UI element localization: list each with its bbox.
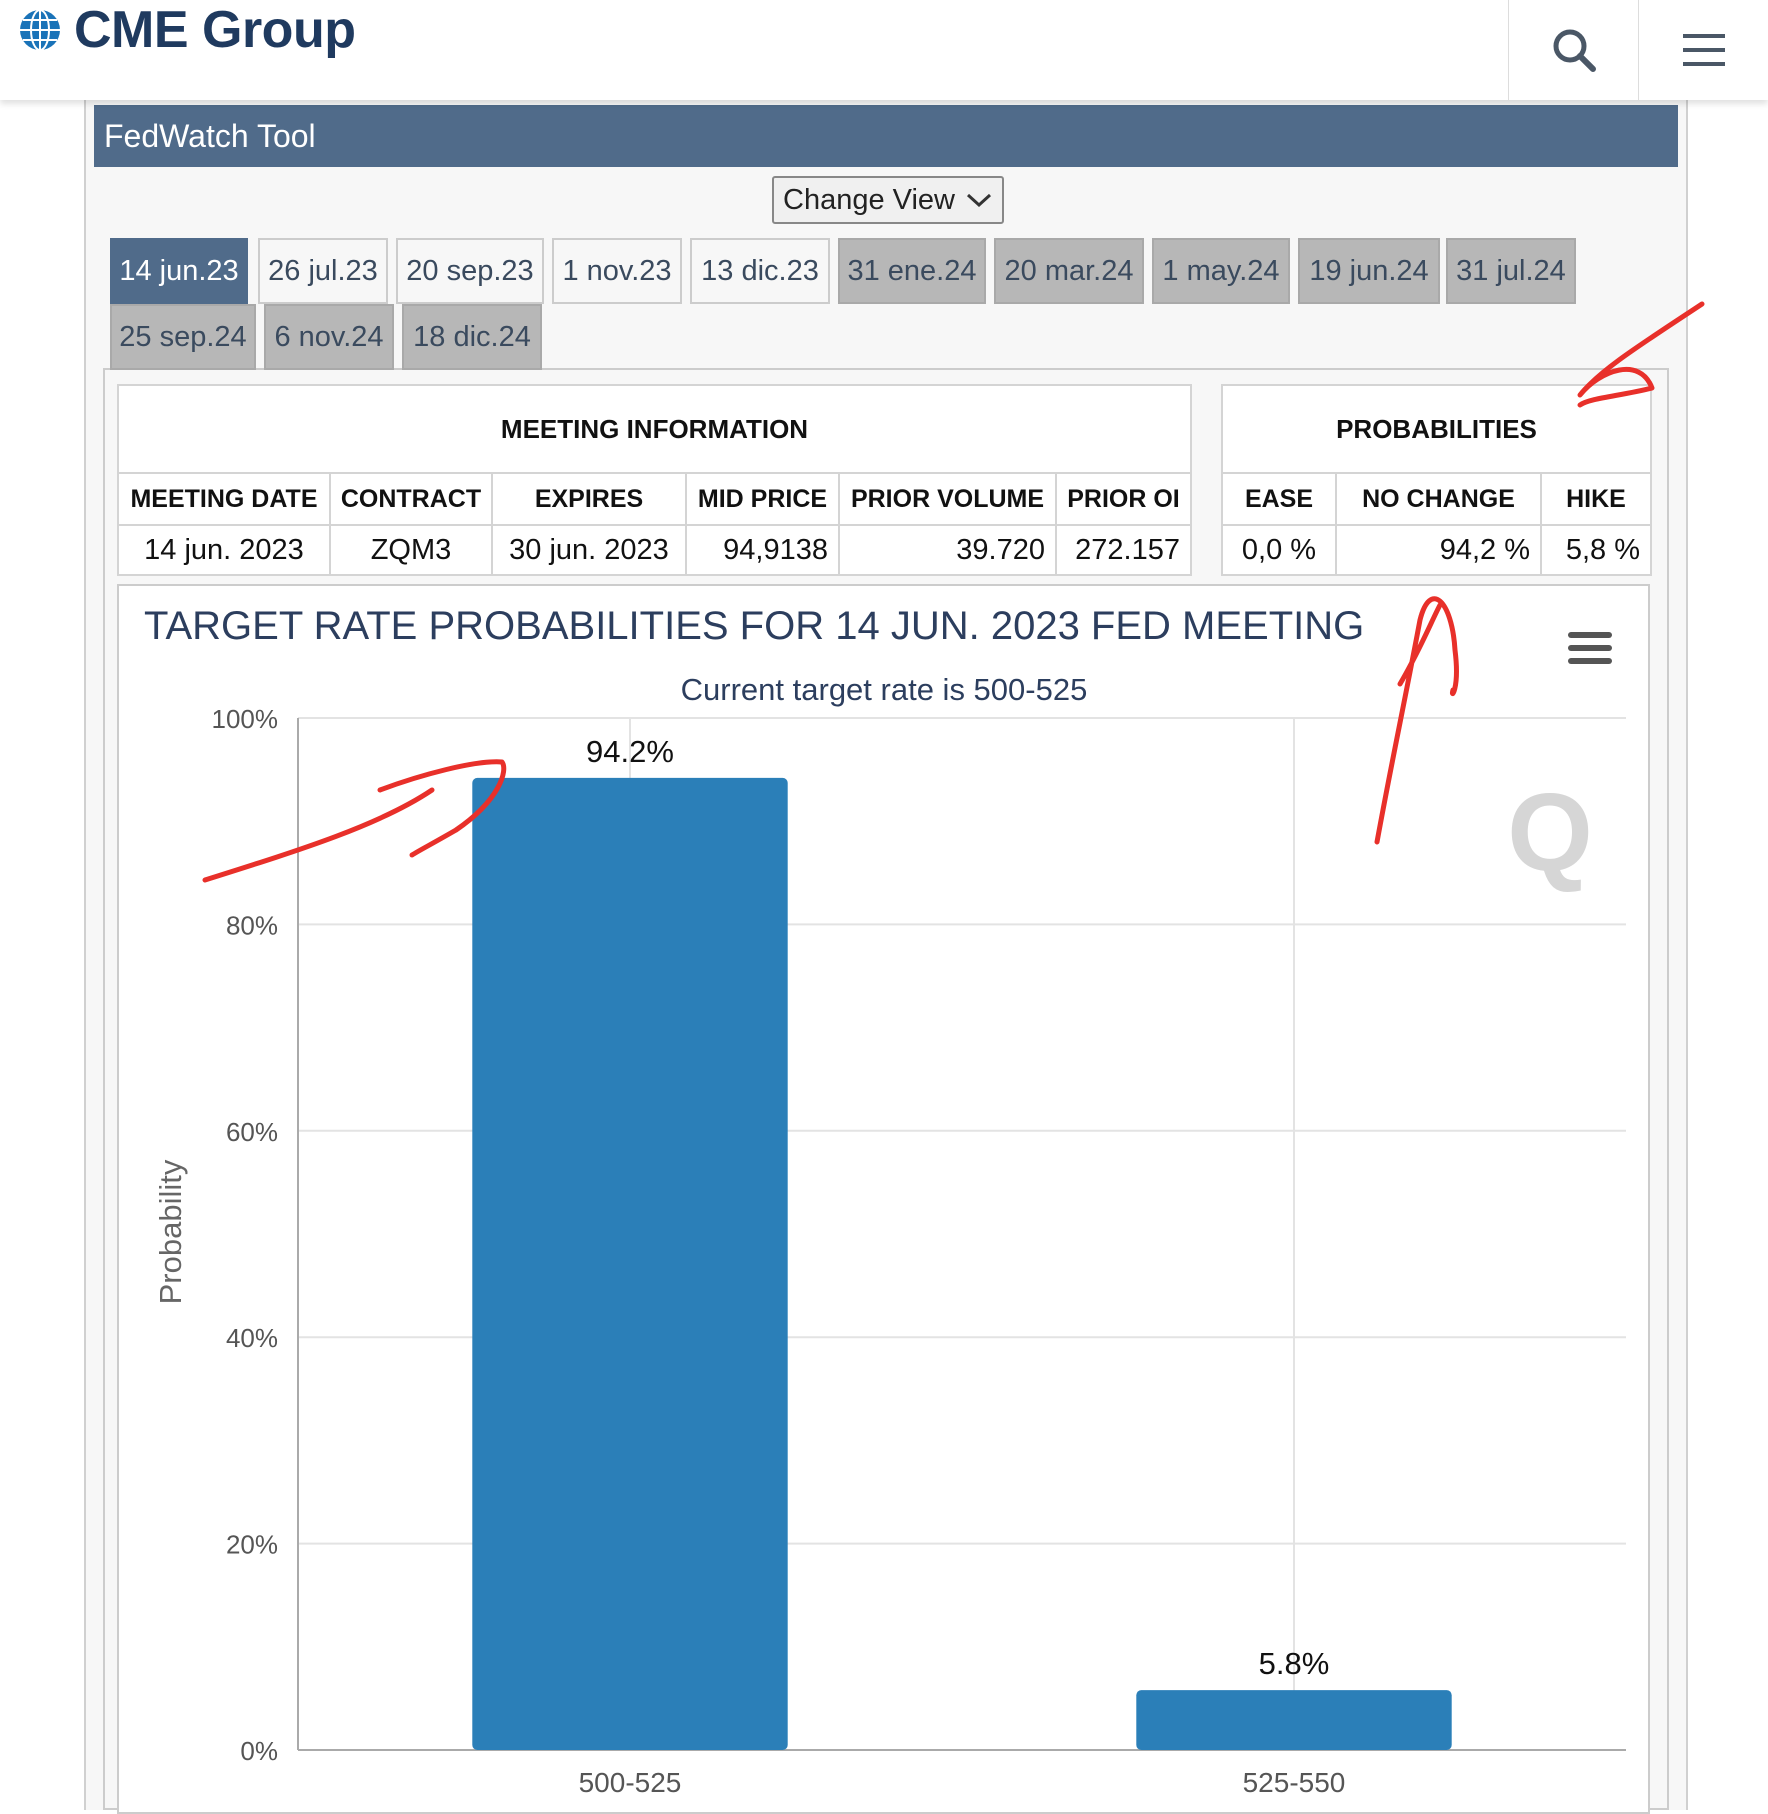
data-label: 5.8% [1259, 1646, 1330, 1681]
y-tick-label: 80% [226, 910, 278, 940]
top-navigation-bar: CME Group [0, 0, 1768, 100]
globe-icon [20, 9, 60, 51]
search-icon [1553, 29, 1596, 72]
data-label: 94.2% [586, 734, 674, 769]
brand-name: CME Group [74, 1, 356, 59]
bar-525-550 [1136, 1690, 1452, 1750]
cme-group-logo[interactable]: CME Group [18, 0, 356, 60]
y-tick-label: 20% [226, 1530, 278, 1560]
watermark-q: Q [1507, 771, 1593, 894]
x-tick-label: 500-525 [579, 1767, 682, 1798]
y-tick-label: 60% [226, 1117, 278, 1147]
search-button[interactable] [1508, 0, 1639, 100]
probability-bar-chart: 0% 20% 40% 60% 80% 100% Q 94.2% 500-525 5.8% 525-5… [153, 704, 1626, 1798]
y-tick-label: 100% [212, 704, 279, 734]
main-menu-button[interactable] [1638, 0, 1768, 100]
y-tick-label: 0% [240, 1736, 278, 1766]
x-tick-label: 525-550 [1243, 1767, 1346, 1798]
hamburger-menu-icon [1683, 34, 1725, 66]
y-axis-title: Probability [153, 1159, 188, 1304]
bar-500-525 [472, 777, 788, 1750]
y-tick-label: 40% [226, 1323, 278, 1353]
